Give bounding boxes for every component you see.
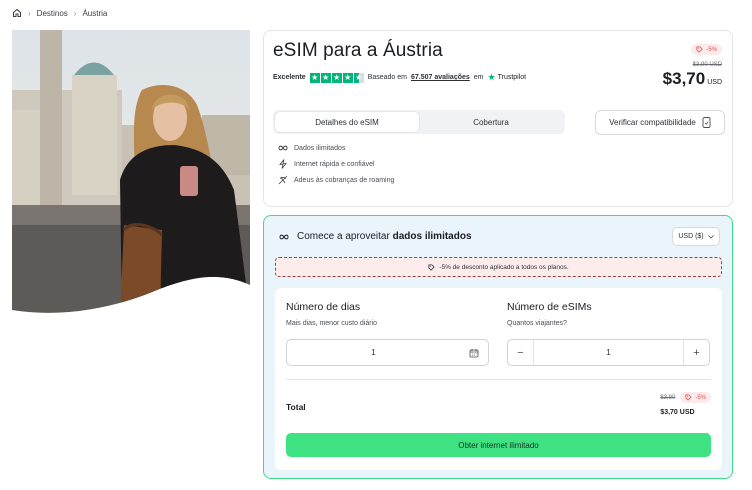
hero-image (12, 30, 250, 315)
phone-check-icon (702, 117, 711, 128)
trustpilot-rating: Excelente ★ ★ ★ ★ ★ Baseado em 67.507 av… (273, 72, 526, 83)
plan-heading: Comece a aproveitar dados ilimitados (278, 231, 472, 242)
breadcrumb: › Destinos › Áustria (12, 8, 107, 18)
total-badge-text: -5% (695, 394, 706, 401)
calendar-icon[interactable] (460, 348, 488, 358)
product-tabs: Detalhes do eSIM Cobertura (273, 110, 565, 134)
trustpilot-star-icon: ★ (487, 72, 496, 82)
total-label: Total (286, 402, 306, 412)
plan-heading-prefix: Comece a aproveitar (297, 231, 390, 242)
discount-notice-text: -5% de desconto aplicado a todos os plan… (439, 263, 569, 271)
trustpilot-brand: Trustpilot (497, 74, 527, 81)
breadcrumb-current: Áustria (82, 8, 108, 18)
feature-list: Dados ilimitados Internet rápida e confi… (278, 143, 394, 185)
days-sublabel: Mais dias, menor custo diário (286, 320, 378, 327)
star-icon: ★ (342, 72, 353, 83)
infinity-icon (279, 234, 289, 239)
reviews-link[interactable]: 67.507 avaliações (411, 74, 470, 81)
discount-badge: -5% (691, 44, 722, 55)
star-icon: ★ (320, 72, 331, 83)
feature-item: Dados ilimitados (278, 143, 394, 153)
plan-heading-bold: dados ilimitados (392, 231, 472, 242)
rating-stars: ★ ★ ★ ★ ★ (309, 72, 364, 83)
verify-compatibility-label: Verificar compatibilidade (609, 118, 696, 127)
verify-compatibility-button[interactable]: Verificar compatibilidade (595, 110, 725, 135)
esims-stepper[interactable]: − 1 + (507, 339, 710, 366)
trustpilot-logo: ★ Trustpilot (488, 72, 527, 83)
home-icon[interactable] (12, 8, 22, 18)
divider (286, 379, 711, 380)
get-internet-button[interactable]: Obter internet ilimitado (286, 433, 711, 457)
product-card: eSIM para a Áustria Excelente ★ ★ ★ ★ ★ … (263, 30, 733, 207)
increment-button[interactable]: + (683, 340, 709, 365)
plan-card: Comece a aproveitar dados ilimitados USD… (263, 215, 733, 479)
discount-notice: -5% de desconto aplicado a todos os plan… (275, 257, 722, 277)
days-column: Número de dias Mais dias, menor custo di… (286, 301, 377, 327)
price-value: $3,70 (662, 69, 706, 88)
old-price: $3,90 USD (692, 62, 722, 68)
breadcrumb-destinos[interactable]: Destinos (37, 9, 68, 18)
decrement-button[interactable]: − (508, 340, 534, 365)
days-value: 1 (371, 348, 376, 357)
total-price-box: $3,90 -5% $3,70 USD (660, 392, 711, 416)
tag-icon (428, 263, 435, 271)
price-box: -5% $3,90 USD $3,70 USD (663, 40, 722, 89)
current-price: $3,70 USD (663, 69, 722, 89)
feature-label: Dados ilimitados (294, 144, 346, 152)
feature-item: Internet rápida e confiável (278, 159, 394, 169)
chevron-right-icon: › (28, 8, 31, 18)
feature-label: Adeus às cobranças de roaming (294, 176, 395, 184)
trust-based-on: Baseado em (367, 74, 407, 81)
star-icon: ★ (309, 72, 320, 83)
no-roaming-icon (278, 175, 288, 185)
feature-label: Internet rápida e confiável (294, 160, 375, 168)
plan-config: Número de dias Mais dias, menor custo di… (275, 288, 722, 470)
total-discount-badge: -5% (680, 392, 711, 403)
half-star-icon: ★ (353, 72, 364, 83)
total-price: $3,70 USD (660, 409, 695, 416)
chevron-right-icon: › (73, 8, 77, 18)
tag-icon (685, 394, 693, 401)
days-input[interactable]: 1 (286, 339, 489, 366)
tag-icon (696, 46, 704, 53)
esims-value: 1 (606, 348, 611, 357)
discount-badge-text: -5% (706, 46, 717, 53)
price-currency: USD (707, 79, 722, 86)
esims-sublabel: Quantos viajantes? (507, 320, 567, 327)
currency-select[interactable]: USD ($) (672, 227, 720, 246)
trust-rating-label: Excelente (273, 74, 306, 81)
days-label: Número de dias (286, 301, 361, 313)
star-icon: ★ (331, 72, 342, 83)
lightning-icon (279, 159, 287, 169)
esims-column: Número de eSIMs Quantos viajantes? (507, 301, 592, 327)
tab-esim-details[interactable]: Detalhes do eSIM (275, 112, 419, 132)
page-title: eSIM para a Áustria (273, 40, 443, 61)
esims-label: Número de eSIMs (507, 301, 592, 313)
feature-item: Adeus às cobranças de roaming (278, 175, 394, 185)
chevron-down-icon (707, 234, 714, 239)
trust-in: em (473, 74, 484, 81)
infinity-icon (278, 145, 288, 151)
total-old-price: $3,90 (660, 394, 676, 401)
tab-coverage[interactable]: Cobertura (419, 112, 563, 132)
currency-value: USD ($) (678, 233, 704, 240)
